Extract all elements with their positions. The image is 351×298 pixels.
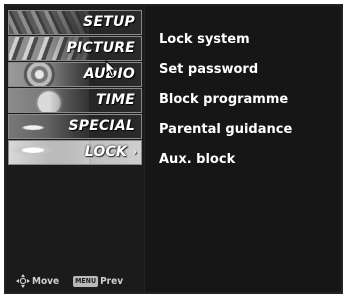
menu-item-picture[interactable]: PICTURE bbox=[8, 36, 142, 61]
menu-item-label: TIME bbox=[95, 92, 135, 108]
submenu-arrow-icon: › bbox=[133, 147, 137, 158]
help-bar: Move MENU Prev bbox=[16, 274, 123, 288]
main-menu-sidebar: SETUP PICTURE AUDIO TIME SPECIAL LOCK › bbox=[6, 6, 144, 292]
option-lock-system[interactable]: Lock system bbox=[159, 32, 250, 47]
menu-item-label: LOCK bbox=[84, 144, 127, 160]
option-block-programme[interactable]: Block programme bbox=[159, 92, 288, 107]
prev-hint-label: Prev bbox=[100, 275, 124, 287]
navigation-dpad-icon bbox=[16, 274, 30, 288]
menu-item-audio[interactable]: AUDIO bbox=[8, 62, 142, 87]
move-hint-label: Move bbox=[32, 275, 60, 287]
lock-submenu-panel: Lock system Set password Block programme… bbox=[145, 6, 341, 292]
menu-item-label: SPECIAL bbox=[68, 118, 135, 134]
menu-item-label: PICTURE bbox=[66, 40, 135, 56]
option-set-password[interactable]: Set password bbox=[159, 62, 258, 77]
menu-key-icon: MENU bbox=[73, 275, 99, 287]
pointer-cursor-icon bbox=[105, 60, 117, 78]
osd-menu-window: SETUP PICTURE AUDIO TIME SPECIAL LOCK › bbox=[4, 4, 343, 294]
menu-item-special[interactable]: SPECIAL bbox=[8, 114, 142, 139]
option-aux-block[interactable]: Aux. block bbox=[159, 152, 235, 167]
menu-item-time[interactable]: TIME bbox=[8, 88, 142, 113]
menu-item-label: SETUP bbox=[83, 14, 135, 30]
menu-item-lock[interactable]: LOCK › bbox=[8, 140, 142, 165]
option-parental-guidance[interactable]: Parental guidance bbox=[159, 122, 292, 137]
menu-item-setup[interactable]: SETUP bbox=[8, 10, 142, 35]
